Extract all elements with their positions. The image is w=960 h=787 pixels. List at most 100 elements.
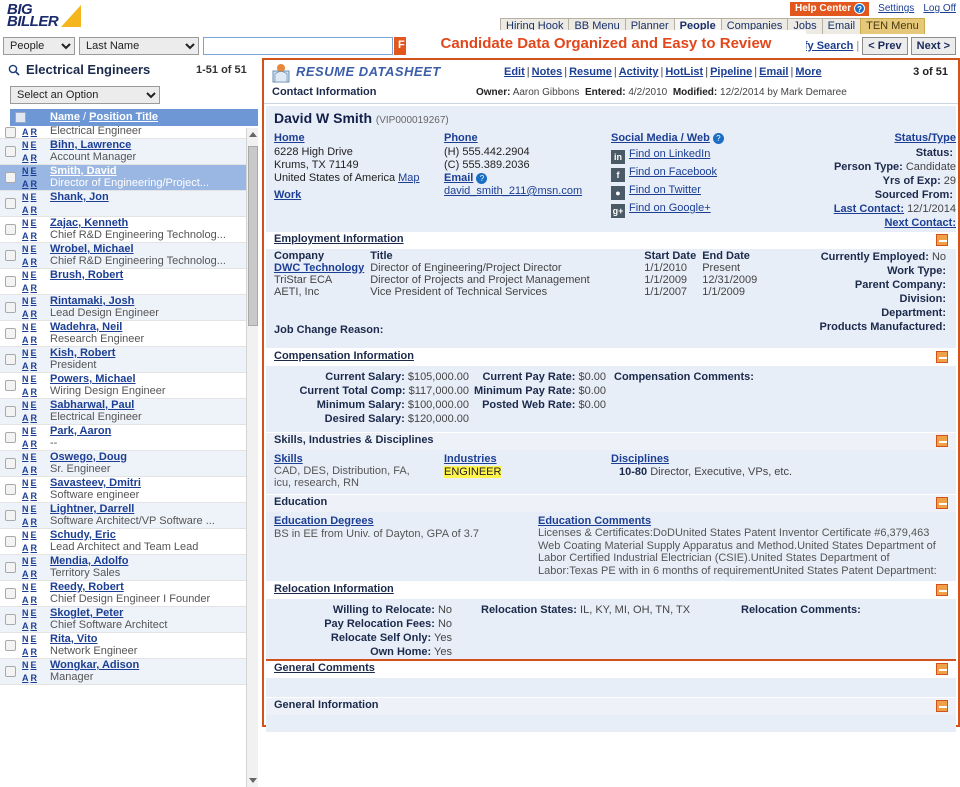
last-contact-link[interactable]: Last Contact:	[834, 203, 904, 215]
row-email-link[interactable]: E	[31, 166, 37, 176]
hotlist-link[interactable]: HotList	[665, 66, 703, 78]
row-checkbox[interactable]	[5, 224, 16, 235]
list-item-name[interactable]: Brush, Robert	[50, 269, 123, 282]
row-resume-link[interactable]: R	[31, 257, 38, 267]
row-action-letters[interactable]: NEAR	[22, 347, 44, 373]
row-note-link[interactable]: N	[22, 452, 29, 462]
row-action-letters[interactable]: NEAR	[22, 243, 44, 269]
googleplus-row[interactable]: g+ Find on Google+	[611, 202, 724, 218]
settings-link[interactable]: Settings	[878, 2, 914, 16]
search-input[interactable]	[203, 37, 393, 55]
row-checkbox[interactable]	[5, 302, 16, 313]
list-item[interactable]: N E A R Oswego, Doug Sr. Engineer	[0, 451, 258, 477]
education-comments-label[interactable]: Education Comments	[538, 515, 651, 527]
row-note-link[interactable]: N	[22, 530, 29, 540]
row-activity-link[interactable]: A	[22, 205, 29, 215]
search-module-select[interactable]: People	[3, 37, 75, 55]
list-item[interactable]: N E A R Savasteev, Dmitri Software engineer	[0, 477, 258, 503]
row-activity-link[interactable]: A	[22, 491, 29, 501]
row-resume-link[interactable]: R	[31, 491, 38, 501]
company-link[interactable]: DWC Technology	[274, 262, 364, 274]
help-center-button[interactable]: Help Center?	[789, 2, 870, 16]
row-resume-link[interactable]: R	[31, 439, 38, 449]
row-action-letters[interactable]: NEAR	[22, 477, 44, 503]
row-resume-link[interactable]: R	[31, 205, 38, 215]
log-off-link[interactable]: Log Off	[923, 2, 956, 16]
row-action-letters[interactable]: NEAR	[22, 425, 44, 451]
row-action-letters[interactable]: NEAR	[22, 659, 44, 685]
row-activity-link[interactable]: A	[22, 543, 29, 553]
find-on-twitter-link[interactable]: Find on Twitter	[629, 184, 701, 196]
row-email-link[interactable]: E	[31, 478, 37, 488]
row-checkbox[interactable]	[5, 127, 16, 138]
row-note-link[interactable]: N	[22, 400, 29, 410]
list-item-name[interactable]: Shank, Jon	[50, 191, 109, 204]
row-activity-link[interactable]: A	[22, 127, 29, 137]
row-activity-link[interactable]: A	[22, 335, 29, 345]
row-activity-link[interactable]: A	[22, 153, 29, 163]
row-activity-link[interactable]: A	[22, 647, 29, 657]
list-item[interactable]: N E A R Rita, Vito Network Engineer	[0, 633, 258, 659]
row-checkbox[interactable]	[5, 146, 16, 157]
list-rows-container[interactable]: NEARElectrical EngineerNEARBihn, Lawrenc…	[0, 126, 258, 787]
twitter-row[interactable]: ● Find on Twitter	[611, 184, 724, 200]
prev-button[interactable]: < Prev	[862, 37, 908, 56]
row-email-link[interactable]: E	[31, 400, 37, 410]
row-activity-link[interactable]: A	[22, 179, 29, 189]
row-note-link[interactable]: N	[22, 192, 29, 202]
list-option-select[interactable]: Select an Option	[10, 86, 160, 104]
row-activity-link[interactable]: A	[22, 257, 29, 267]
row-activity-link[interactable]: A	[22, 387, 29, 397]
facebook-row[interactable]: f Find on Facebook	[611, 166, 724, 182]
row-checkbox[interactable]	[5, 484, 16, 495]
row-action-letters[interactable]: NEAR	[22, 295, 44, 321]
row-email-link[interactable]: E	[31, 296, 37, 306]
row-action-letters[interactable]: NEAR	[22, 581, 44, 607]
skills-collapse-button[interactable]	[936, 435, 948, 447]
row-email-link[interactable]: E	[31, 530, 37, 540]
list-item[interactable]: N E A R Rintamaki, Josh Lead Design Engineer	[0, 295, 258, 321]
list-item[interactable]: N E A R Brush, Robert	[0, 269, 258, 295]
list-item[interactable]: N E A R Lightner, Darrell Software Architect/…	[0, 503, 258, 529]
list-item[interactable]: N E A R Zajac, Kenneth Chief R&D Engineering …	[0, 217, 258, 243]
status-type-label[interactable]: Status/Type	[776, 132, 956, 145]
row-checkbox[interactable]	[5, 276, 16, 287]
activity-link[interactable]: Activity	[619, 66, 659, 78]
search-field-select[interactable]: Last Name	[79, 37, 199, 55]
row-action-letters[interactable]: NEAR	[22, 191, 44, 217]
row-checkbox[interactable]	[5, 328, 16, 339]
social-media-label[interactable]: Social Media / Web	[611, 132, 710, 144]
row-checkbox[interactable]	[5, 562, 16, 573]
row-resume-link[interactable]: R	[31, 335, 38, 345]
row-action-letters[interactable]: NEAR	[22, 451, 44, 477]
row-action-letters[interactable]: NEAR	[22, 321, 44, 347]
email-link[interactable]: Email	[759, 66, 788, 78]
map-link[interactable]: Map	[398, 172, 419, 184]
row-action-letters[interactable]: NEAR	[22, 126, 44, 139]
row-email-link[interactable]: E	[31, 218, 37, 228]
list-item[interactable]: N E A R Reedy, Robert Chief Design Engineer I…	[0, 581, 258, 607]
row-activity-link[interactable]: A	[22, 621, 29, 631]
email-help-icon[interactable]: ?	[476, 173, 488, 184]
row-resume-link[interactable]: R	[31, 413, 38, 423]
row-resume-link[interactable]: R	[31, 361, 38, 371]
education-degrees-label[interactable]: Education Degrees	[274, 515, 374, 527]
row-activity-link[interactable]: A	[22, 231, 29, 241]
email-value[interactable]: david_smith_211@msn.com	[444, 185, 582, 197]
row-checkbox[interactable]	[5, 432, 16, 443]
row-checkbox[interactable]	[5, 588, 16, 599]
row-resume-link[interactable]: R	[31, 465, 38, 475]
row-action-letters[interactable]: NEAR	[22, 555, 44, 581]
scroll-up-icon[interactable]	[249, 132, 257, 137]
tab-email[interactable]: Email	[821, 18, 862, 34]
row-action-letters[interactable]: NEAR	[22, 529, 44, 555]
list-item[interactable]: N E A R Wadehra, Neil Research Engineer	[0, 321, 258, 347]
row-checkbox[interactable]	[5, 640, 16, 651]
list-item[interactable]: N E A R Wrobel, Michael Chief R&D Engineering…	[0, 243, 258, 269]
row-activity-link[interactable]: A	[22, 569, 29, 579]
list-item[interactable]: NEAR Electrical Engineer	[0, 126, 258, 139]
row-note-link[interactable]: N	[22, 582, 29, 592]
list-item[interactable]: N E A R Smith, David Director of Engineering/…	[0, 165, 258, 191]
row-checkbox[interactable]	[5, 666, 16, 677]
row-checkbox[interactable]	[5, 536, 16, 547]
